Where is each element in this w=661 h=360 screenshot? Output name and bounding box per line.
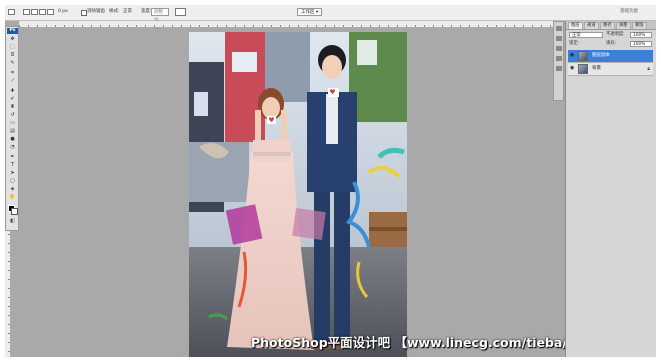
quick-mask-icon[interactable]: ◧ bbox=[9, 219, 16, 224]
cs-live-label[interactable]: 基础功能 bbox=[620, 9, 638, 15]
blur-icon[interactable]: ● bbox=[9, 137, 16, 142]
panel-toggle-icon[interactable] bbox=[175, 8, 186, 16]
layers-panel: 图层 通道 路径 调整 蒙版 正常 不透明度: 100% 锁定: 填充: 100… bbox=[565, 21, 656, 357]
opacity-field[interactable]: 100% bbox=[630, 32, 652, 38]
gradient-icon[interactable]: ▤ bbox=[9, 129, 16, 134]
lock-icon: 🔒︎ bbox=[647, 66, 650, 72]
tool-preset-icon[interactable] bbox=[8, 9, 15, 15]
watermark-text: PhotoShop平面设计吧 【www.linecg.com/tieba/178… bbox=[251, 335, 615, 350]
layer-name: 背景 bbox=[592, 66, 601, 71]
layer-thumbnail bbox=[578, 64, 588, 74]
crop-icon[interactable]: ⌗ bbox=[9, 71, 16, 76]
feather-value[interactable]: 0 px bbox=[58, 9, 68, 15]
lasso-icon[interactable]: ᘓ bbox=[9, 53, 16, 58]
3d-rotate-icon[interactable]: ◈ bbox=[9, 187, 16, 192]
marquee-icon[interactable]: ⬚ bbox=[9, 45, 16, 50]
eyedropper-icon[interactable]: ⁄ bbox=[9, 79, 16, 84]
tab-channels[interactable]: 通道 bbox=[584, 22, 599, 29]
tab-adjustments[interactable]: 调整 bbox=[616, 22, 631, 29]
swatches-panel-icon[interactable] bbox=[556, 36, 562, 41]
width-label: 宽度: bbox=[141, 9, 152, 14]
character-panel-icon[interactable] bbox=[556, 46, 562, 51]
photoshop-window: 0 px 消除锯齿 样式: 正常 宽度: 调整边缘... 工作区 ▾ 基础功能 … bbox=[5, 5, 656, 357]
hand-icon[interactable]: ✋ bbox=[9, 195, 16, 200]
paragraph-panel-icon[interactable] bbox=[556, 56, 562, 61]
layers-panel-tabs: 图层 通道 路径 调整 蒙版 bbox=[566, 21, 656, 30]
layer-row-background[interactable]: ◉ 背景 🔒︎ bbox=[568, 63, 653, 76]
layer-thumbnail bbox=[578, 51, 588, 61]
photoshop-logo: Ps bbox=[7, 28, 18, 34]
brush-icon[interactable]: ✐ bbox=[9, 97, 16, 102]
clone-stamp-icon[interactable]: ♜ bbox=[9, 105, 16, 110]
layer-name: 图层副本 bbox=[592, 53, 610, 58]
dodge-icon[interactable]: ◔ bbox=[9, 145, 16, 150]
antialias-label: 消除锯齿 bbox=[87, 9, 105, 14]
history-panel-icon[interactable] bbox=[556, 26, 562, 31]
eraser-icon[interactable]: ▭ bbox=[9, 121, 16, 126]
type-icon[interactable]: T bbox=[9, 163, 16, 168]
tab-layers[interactable]: 图层 bbox=[568, 22, 583, 29]
background-color-swatch[interactable] bbox=[11, 208, 18, 215]
style-select[interactable]: 正常 bbox=[123, 9, 132, 15]
opacity-label: 不透明度: bbox=[606, 32, 625, 37]
move-icon[interactable]: ✥ bbox=[9, 37, 16, 42]
spot-heal-icon[interactable]: ✚ bbox=[9, 89, 16, 94]
wedding-photo bbox=[189, 32, 407, 357]
visibility-eye-icon[interactable]: ◉ bbox=[570, 53, 575, 58]
path-select-icon[interactable]: ➤ bbox=[9, 171, 16, 176]
tab-masks[interactable]: 蒙版 bbox=[632, 22, 647, 29]
shape-icon[interactable]: ▢ bbox=[9, 179, 16, 184]
visibility-eye-icon[interactable]: ◉ bbox=[570, 66, 575, 71]
tools-panel: Ps ✥ ⬚ ᘓ ✎ ⌗ ⁄ ✚ ✐ ♜ ↺ ▭ ▤ ● ◔ ✒ T ➤ ▢ ◈… bbox=[5, 26, 19, 231]
subtract-selection-icon[interactable] bbox=[39, 9, 46, 15]
fill-label: 填充: bbox=[606, 41, 617, 46]
intersect-selection-icon[interactable] bbox=[47, 9, 54, 15]
options-bar: 0 px 消除锯齿 样式: 正常 宽度: 调整边缘... 工作区 ▾ 基础功能 bbox=[5, 5, 656, 31]
workspace-switcher[interactable]: 工作区 ▾ bbox=[297, 8, 323, 16]
pen-icon[interactable]: ✒ bbox=[9, 155, 16, 160]
lock-label: 锁定: bbox=[569, 41, 580, 46]
refine-edge-button[interactable]: 调整边缘... bbox=[151, 8, 169, 31]
document-canvas[interactable] bbox=[189, 32, 407, 357]
brush-panel-icon[interactable] bbox=[556, 66, 562, 71]
new-selection-icon[interactable] bbox=[23, 9, 30, 15]
quick-select-icon[interactable]: ✎ bbox=[9, 61, 16, 66]
horizontal-ruler bbox=[19, 21, 562, 28]
fill-field[interactable]: 100% bbox=[630, 41, 652, 47]
layer-row-copy[interactable]: ◉ 图层副本 bbox=[568, 50, 653, 63]
panel-dock-strip bbox=[553, 21, 564, 101]
add-selection-icon[interactable] bbox=[31, 9, 38, 15]
style-label: 样式: bbox=[109, 9, 120, 14]
tab-paths[interactable]: 路径 bbox=[600, 22, 615, 29]
blend-mode-select[interactable]: 正常 bbox=[569, 32, 603, 38]
history-brush-icon[interactable]: ↺ bbox=[9, 113, 16, 118]
